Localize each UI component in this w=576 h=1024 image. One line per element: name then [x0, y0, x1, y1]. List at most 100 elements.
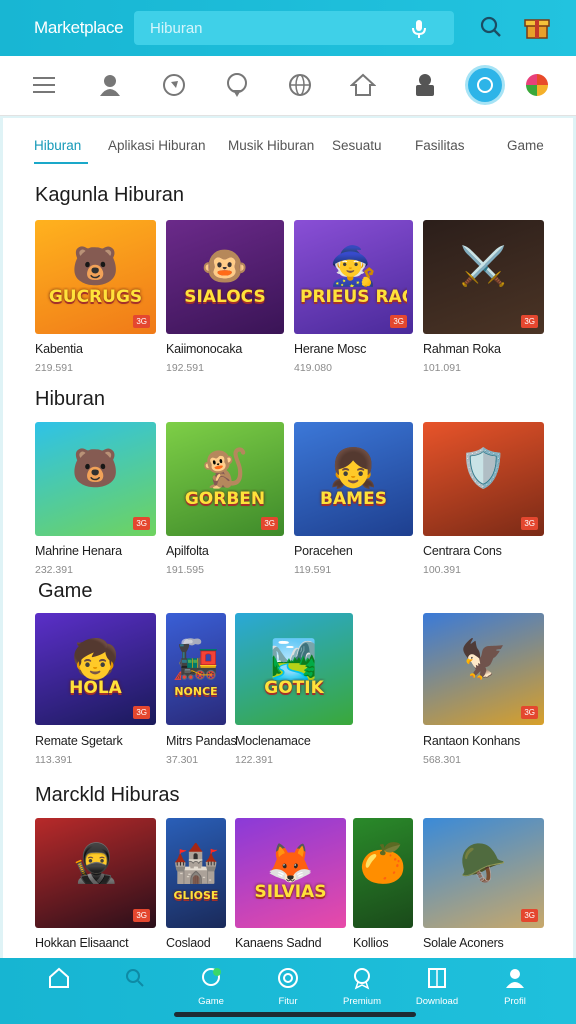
app-name[interactable]: Solale Aconers — [423, 936, 504, 950]
app-name[interactable]: Moclenamace — [235, 734, 311, 748]
nav-home[interactable] — [24, 966, 94, 996]
status-badge: 3G — [521, 315, 538, 328]
app-tile[interactable]: 🥷 3G — [35, 818, 156, 928]
app-name[interactable]: Rahman Roka — [423, 342, 501, 356]
top-app-bar: Marketplace — [0, 0, 576, 56]
nav-download[interactable]: Download — [402, 966, 472, 1007]
app-artwork-icon: 🧙 — [329, 246, 378, 289]
tab-aplikasi-hiburan[interactable]: Aplikasi Hiburan — [108, 138, 206, 153]
app-artwork-title: NONCE — [174, 685, 218, 699]
app-tile[interactable]: ⚔️ 3G — [423, 220, 544, 334]
app-meta: 568.301 — [423, 754, 461, 766]
app-artwork-icon: 👧 — [329, 448, 378, 491]
content-panel: Hiburan Aplikasi Hiburan Musik Hiburan S… — [3, 118, 573, 958]
app-tile[interactable]: 🐻 GUCRUGS 3G — [35, 220, 156, 334]
active-tab-indicator — [34, 162, 88, 164]
app-name[interactable]: Mahrine Henara — [35, 544, 122, 558]
app-tile[interactable]: 🍊 — [353, 818, 413, 928]
app-name[interactable]: Mitrs Pandas — [166, 734, 237, 748]
nav-premium[interactable]: Premium — [327, 966, 397, 1007]
compass-icon[interactable] — [159, 70, 189, 100]
app-name[interactable]: Remate Sgetark — [35, 734, 123, 748]
location-pin-icon[interactable] — [222, 70, 252, 100]
app-artwork-icon: 🪖 — [459, 843, 508, 886]
nav-profil[interactable]: Profil — [480, 966, 550, 1007]
app-artwork-icon: 🏞️ — [270, 638, 318, 681]
app-artwork-title: HOLA — [69, 678, 122, 699]
app-artwork-icon: 🐵 — [201, 246, 249, 289]
tab-hiburan[interactable]: Hiburan — [34, 138, 81, 153]
category-icon-row — [0, 56, 576, 116]
app-tile[interactable]: 🦊 SILVIAS — [235, 818, 346, 928]
app-meta: 219.591 — [35, 362, 73, 374]
tab-fasilitas[interactable]: Fasilitas — [415, 138, 465, 153]
app-meta: 232.391 — [35, 564, 73, 576]
app-tile[interactable]: 🐻 3G — [35, 422, 156, 536]
app-name[interactable]: Coslaod — [166, 936, 211, 950]
app-tile[interactable]: 🧙 PRIEUS RAC 3G — [294, 220, 413, 334]
app-tile[interactable]: 🐒 GORBEN 3G — [166, 422, 284, 536]
search-bar[interactable] — [134, 11, 454, 45]
refresh-icon — [278, 968, 298, 988]
search-input[interactable] — [150, 19, 400, 37]
status-badge: 3G — [133, 706, 150, 719]
app-name[interactable]: Poracehen — [294, 544, 353, 558]
home-indicator — [174, 1012, 416, 1017]
nav-fitur[interactable]: Fitur — [253, 966, 323, 1007]
app-name[interactable]: Herane Mosc — [294, 342, 366, 356]
color-wheel-icon[interactable] — [522, 70, 552, 100]
app-tile[interactable]: 🧒 HOLA 3G — [35, 613, 156, 725]
tab-musik-hiburan[interactable]: Musik Hiburan — [228, 138, 314, 153]
badge-icon — [354, 968, 370, 990]
app-artwork-icon: ⚔️ — [459, 246, 508, 289]
app-name[interactable]: Apilfolta — [166, 544, 209, 558]
globe-icon[interactable] — [285, 70, 315, 100]
tab-sesuatu[interactable]: Sesuatu — [332, 138, 382, 153]
search-icon[interactable] — [480, 16, 502, 38]
lock-user-icon[interactable] — [410, 70, 440, 100]
app-name[interactable]: Hokkan Elisaanct — [35, 936, 129, 950]
app-name[interactable]: Kaiimonocaka — [166, 342, 242, 356]
app-name[interactable]: Kollios — [353, 936, 389, 950]
gift-icon[interactable] — [524, 15, 550, 41]
app-artwork-icon: 🛡️ — [459, 448, 508, 491]
app-artwork-icon: 🐻 — [71, 246, 120, 289]
app-tile[interactable]: 👧 BAMES — [294, 422, 413, 536]
app-tile[interactable]: 🚂 NONCE — [166, 613, 226, 725]
app-meta: 419.080 — [294, 362, 332, 374]
menu-icon[interactable] — [30, 70, 60, 100]
profile-icon — [506, 969, 524, 988]
app-tile[interactable]: 🛡️ 3G — [423, 422, 544, 536]
app-tile[interactable]: 🏰 GLIOSE — [166, 818, 226, 928]
app-name[interactable]: Kanaens Sadnd — [235, 936, 322, 950]
app-artwork-icon: 🐒 — [201, 448, 249, 491]
app-name[interactable]: Kabentia — [35, 342, 83, 356]
nav-game[interactable]: Game — [176, 966, 246, 1007]
status-badge: 3G — [521, 517, 538, 530]
app-tile[interactable]: 🏞️ GOTIK — [235, 613, 353, 725]
messenger-icon[interactable] — [468, 68, 502, 102]
app-tile[interactable]: 🦅 3G — [423, 613, 544, 725]
app-tile[interactable]: 🐵 SIALOCS — [166, 220, 284, 334]
nav-search[interactable] — [100, 966, 170, 996]
microphone-icon[interactable] — [410, 19, 428, 39]
section-title: Kagunla Hiburan — [35, 184, 184, 206]
app-meta: 113.391 — [35, 754, 73, 766]
app-tile[interactable]: 🪖 3G — [423, 818, 544, 928]
tab-game[interactable]: Game — [507, 138, 544, 153]
status-badge: 3G — [521, 706, 538, 719]
app-meta: 37.301 — [166, 754, 199, 766]
tab-bar: Hiburan Aplikasi Hiburan Musik Hiburan S… — [3, 118, 573, 168]
app-meta: 122.391 — [235, 754, 273, 766]
app-artwork-title: PRIEUS RAC — [300, 286, 407, 307]
section-title: Marckld Hiburas — [35, 784, 180, 806]
app-meta: 192.591 — [166, 362, 204, 374]
app-artwork-title: GORBEN — [184, 488, 266, 509]
app-name[interactable]: Centrara Cons — [423, 544, 502, 558]
app-name[interactable]: Rantaon Konhans — [423, 734, 520, 748]
app-artwork-icon: 🚂 — [172, 638, 220, 681]
app-artwork-icon: 🏰 — [172, 843, 220, 886]
user-icon[interactable] — [95, 70, 125, 100]
home-badge-icon[interactable] — [348, 70, 378, 100]
app-artwork-title: GLIOSE — [173, 888, 219, 902]
